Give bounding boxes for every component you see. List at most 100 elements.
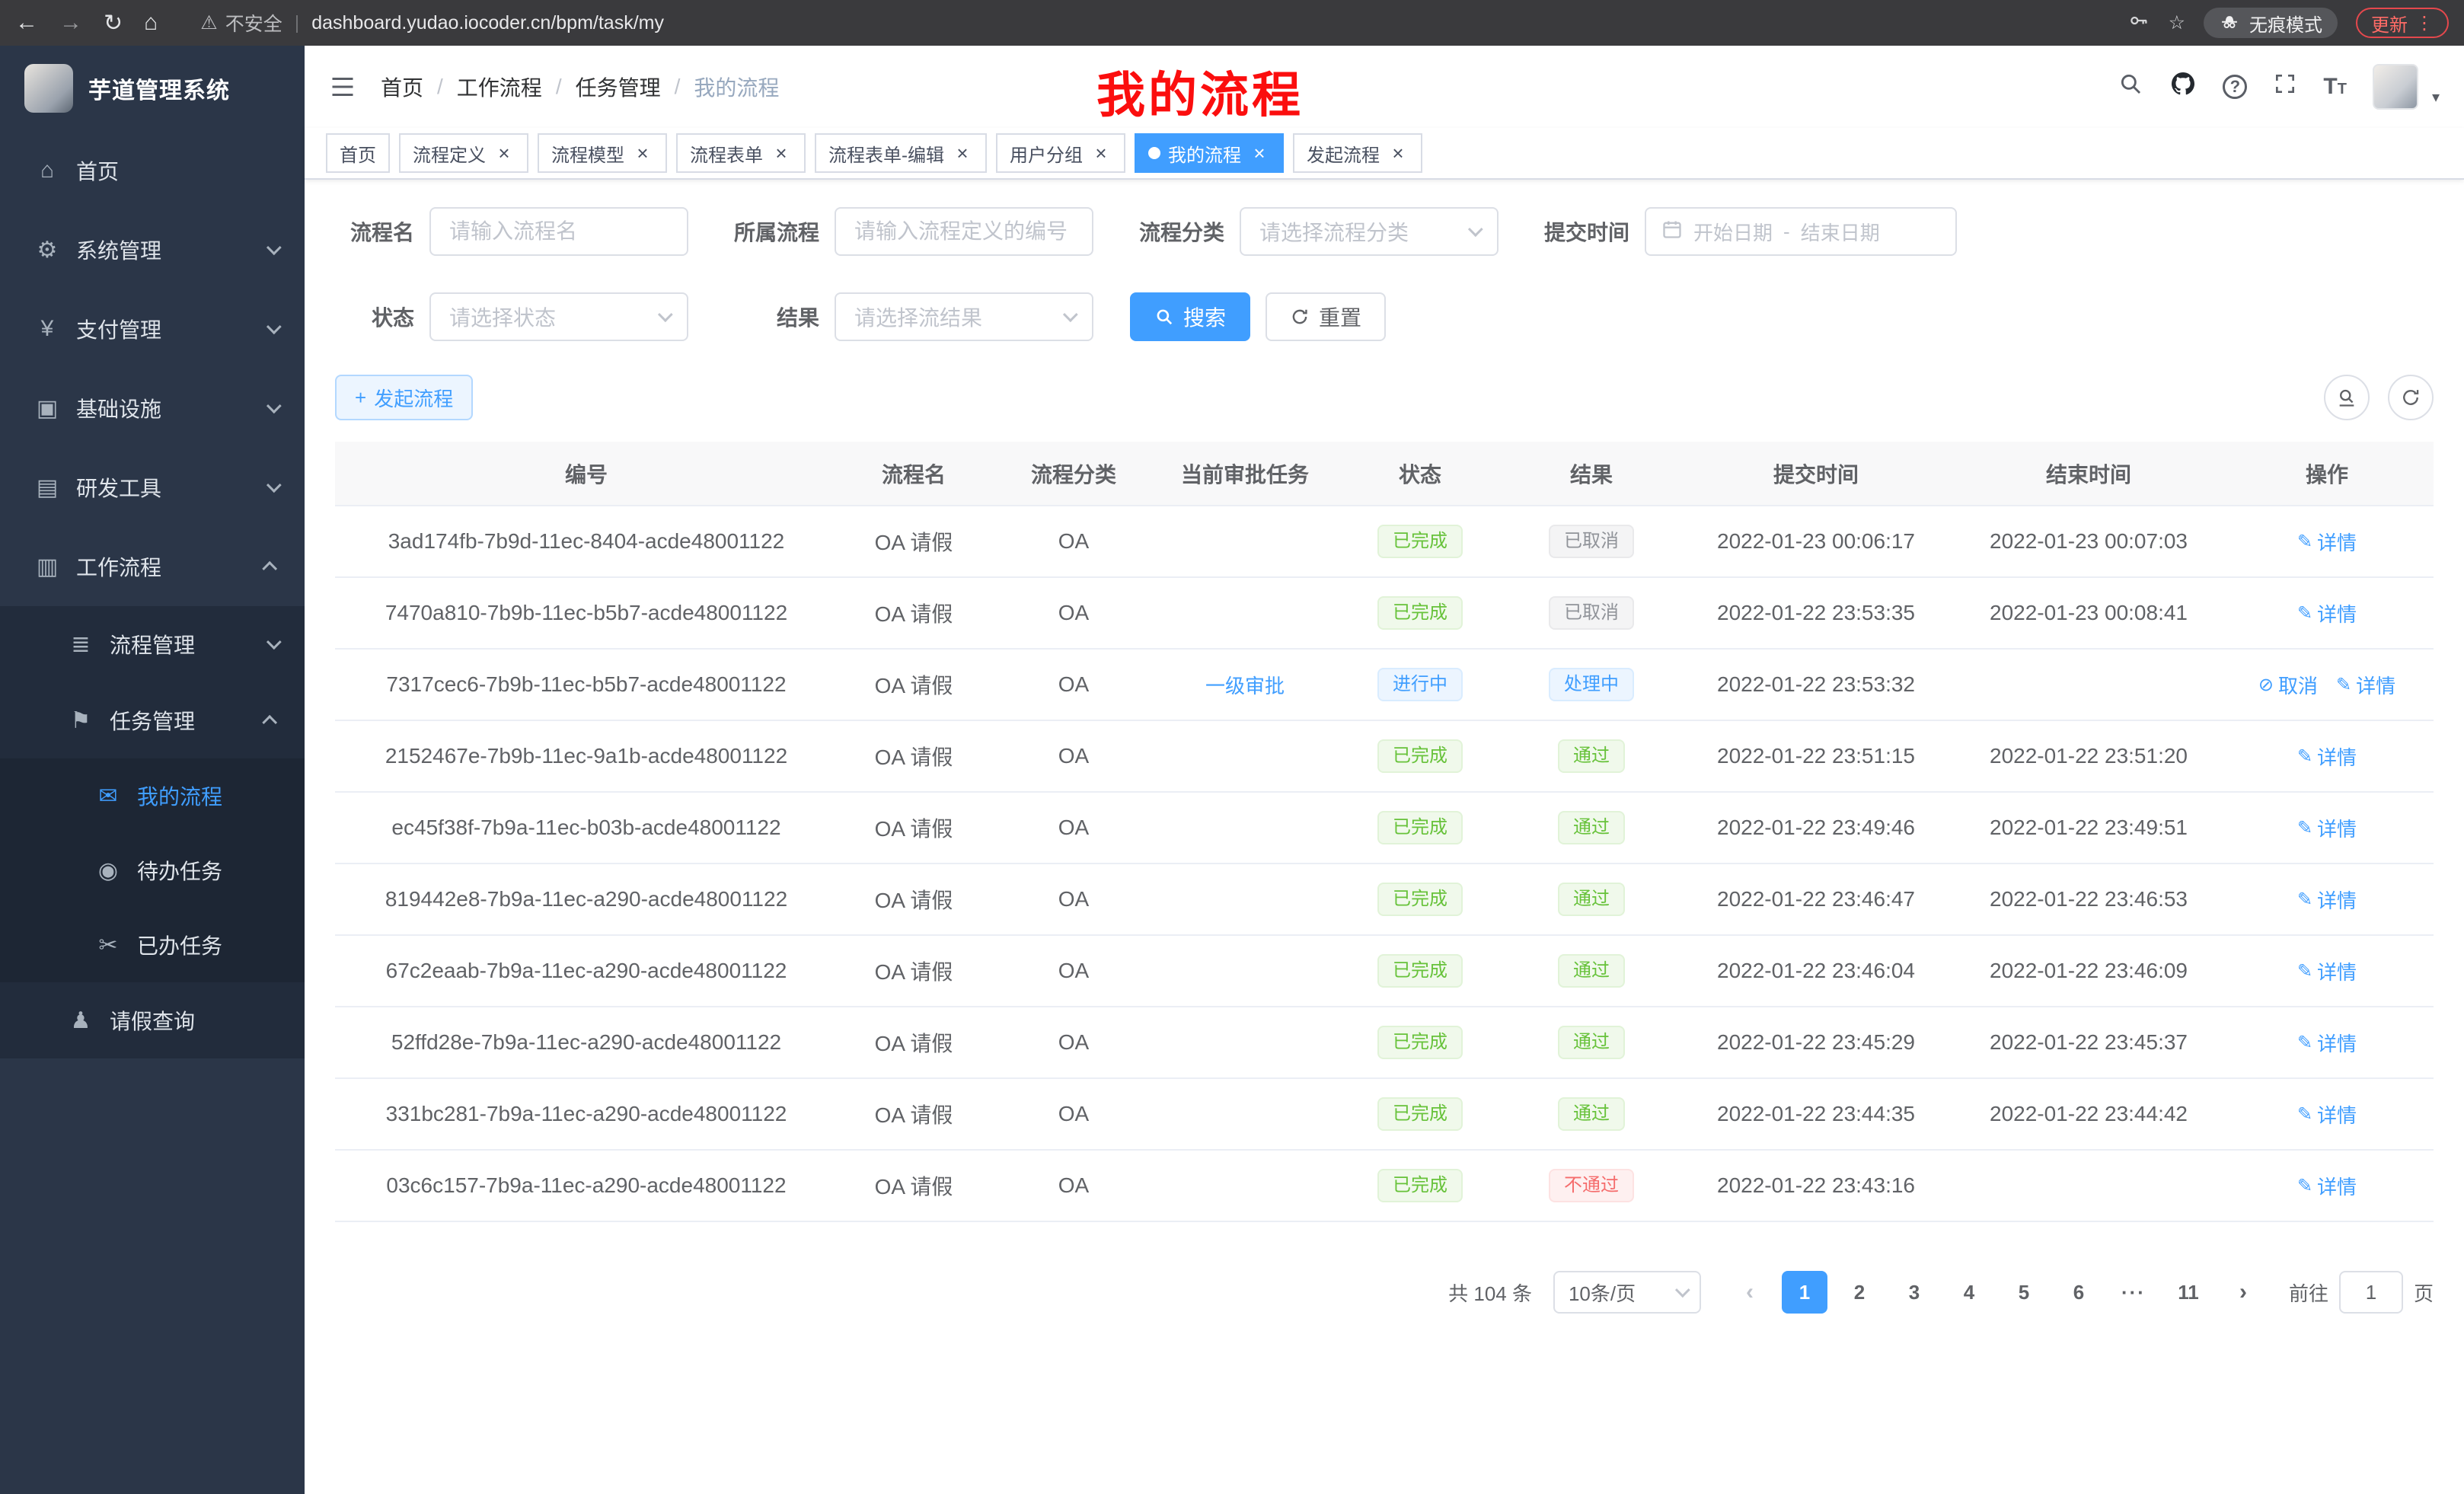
tab-start-process[interactable]: 发起流程× — [1293, 133, 1422, 173]
sidebar-item-infrastructure[interactable]: ▣基础设施 — [0, 369, 305, 448]
tab-process-form[interactable]: 流程表单× — [676, 133, 806, 173]
table-row: 2152467e-7b9b-11ec-9a1b-acde48001122OA 请… — [335, 720, 2434, 792]
breadcrumb-item[interactable]: 首页 — [381, 72, 423, 102]
action-label: 详情 — [2317, 528, 2357, 556]
tab-close-icon[interactable]: × — [952, 142, 973, 164]
fullscreen-icon[interactable] — [2273, 72, 2297, 102]
key-icon[interactable] — [2127, 9, 2150, 37]
submit-time-range-picker[interactable]: 开始日期 - 结束日期 — [1645, 207, 1957, 256]
detail-link[interactable]: ✎详情 — [2297, 1100, 2357, 1128]
pagination-more-button[interactable]: ··· — [2111, 1271, 2156, 1314]
status-tag: 已完成 — [1377, 954, 1463, 988]
breadcrumb-item[interactable]: 任务管理 — [576, 72, 661, 102]
tab-home[interactable]: 首页 — [326, 133, 390, 173]
result-select[interactable]: 请选择流结果 — [835, 292, 1093, 341]
detail-link[interactable]: ✎详情 — [2297, 1172, 2357, 1200]
sidebar-item-todo-tasks[interactable]: ◉待办任务 — [0, 833, 305, 908]
back-icon[interactable]: ← — [15, 10, 38, 36]
sidebar-item-workflow[interactable]: ▥工作流程 — [0, 527, 305, 606]
github-icon[interactable] — [2169, 70, 2197, 104]
detail-link[interactable]: ✎详情 — [2297, 742, 2357, 771]
sidebar-item-system[interactable]: ⚙系统管理 — [0, 210, 305, 289]
help-icon[interactable]: ? — [2223, 75, 2247, 99]
tab-close-icon[interactable]: × — [1387, 142, 1409, 164]
detail-link[interactable]: ✎详情 — [2297, 814, 2357, 842]
sidebar-item-task-mgmt[interactable]: ⚑任务管理 — [0, 682, 305, 758]
reload-icon[interactable]: ↻ — [104, 10, 123, 37]
tab-my-process[interactable]: 我的流程× — [1135, 133, 1284, 173]
sidebar-item-home[interactable]: ⌂首页 — [0, 131, 305, 210]
refresh-button[interactable] — [2388, 375, 2434, 420]
sidebar-item-leave-query[interactable]: ♟请假查询 — [0, 982, 305, 1058]
cell-result: 不通过 — [1508, 1150, 1675, 1221]
tab-close-icon[interactable]: × — [493, 142, 515, 164]
tab-close-icon[interactable]: × — [632, 142, 653, 164]
page-button-2[interactable]: 2 — [1837, 1271, 1882, 1314]
detail-link[interactable]: ✎详情 — [2297, 1029, 2357, 1057]
browser-menu-icon[interactable]: ⋮ — [2415, 12, 2434, 34]
avatar-caret-icon[interactable]: ▾ — [2432, 88, 2440, 107]
cell-category: OA — [990, 792, 1157, 864]
detail-link[interactable]: ✎详情 — [2297, 886, 2357, 914]
page-button-3[interactable]: 3 — [1891, 1271, 1937, 1314]
update-button[interactable]: 更新 ⋮ — [2356, 8, 2449, 38]
cell-id: 7317cec6-7b9b-11ec-b5b7-acde48001122 — [335, 649, 838, 720]
category-select[interactable]: 请选择流程分类 — [1240, 207, 1499, 256]
logo-row[interactable]: 芋道管理系统 — [0, 46, 305, 131]
tab-close-icon[interactable]: × — [1249, 142, 1270, 164]
forward-icon[interactable]: → — [59, 10, 82, 36]
parent-process-input[interactable] — [835, 207, 1093, 256]
tab-process-model[interactable]: 流程模型× — [538, 133, 667, 173]
search-icon[interactable] — [2118, 71, 2143, 103]
font-size-icon[interactable]: T T — [2323, 74, 2347, 100]
bookmark-star-icon[interactable]: ☆ — [2169, 11, 2185, 34]
page-button-6[interactable]: 6 — [2056, 1271, 2102, 1314]
create-process-button[interactable]: + 发起流程 — [335, 375, 473, 420]
toggle-search-button[interactable] — [2324, 375, 2370, 420]
status-select[interactable]: 请选择状态 — [429, 292, 688, 341]
detail-link[interactable]: ✎详情 — [2297, 957, 2357, 985]
tab-close-icon[interactable]: × — [1090, 142, 1112, 164]
tab-process-form-edit[interactable]: 流程表单-编辑× — [815, 133, 987, 173]
cell-result: 通过 — [1508, 864, 1675, 935]
address-bar[interactable]: ⚠ 不安全 | dashboard.yudao.iocoder.cn/bpm/t… — [200, 9, 2108, 37]
page-button-4[interactable]: 4 — [1946, 1271, 1992, 1314]
process-name-input[interactable] — [429, 207, 688, 256]
cell-end-time: 2022-01-23 00:07:03 — [1957, 506, 2220, 577]
page-button-1[interactable]: 1 — [1782, 1271, 1827, 1314]
sidebar-item-my-process[interactable]: ✉我的流程 — [0, 758, 305, 833]
sidebar-item-done-tasks[interactable]: ✂已办任务 — [0, 908, 305, 982]
chat-icon: ✉ — [91, 783, 125, 809]
search-button[interactable]: 搜索 — [1130, 292, 1250, 341]
tab-user-group[interactable]: 用户分组× — [996, 133, 1125, 173]
goto-page-input[interactable] — [2339, 1271, 2403, 1314]
security-warning[interactable]: ⚠ 不安全 — [200, 9, 282, 37]
cell-actions: ✎详情 — [2220, 506, 2434, 577]
tab-process-definition[interactable]: 流程定义× — [399, 133, 528, 173]
result-tag: 已取消 — [1549, 525, 1634, 558]
current-task-link[interactable]: 一级审批 — [1205, 671, 1285, 699]
detail-link[interactable]: ✎详情 — [2336, 671, 2395, 699]
tools-icon: ▤ — [30, 474, 64, 501]
sidebar-item-devtools[interactable]: ▤研发工具 — [0, 448, 305, 527]
page-button-11[interactable]: 11 — [2166, 1271, 2211, 1314]
next-page-button[interactable]: › — [2220, 1271, 2266, 1314]
sidebar-item-process-mgmt[interactable]: ≣流程管理 — [0, 606, 305, 682]
detail-link[interactable]: ✎详情 — [2297, 528, 2357, 556]
reset-button[interactable]: 重置 — [1266, 292, 1386, 341]
incognito-label: 无痕模式 — [2249, 10, 2322, 37]
user-avatar[interactable] — [2373, 64, 2418, 110]
cancel-link[interactable]: ⊘取消 — [2258, 671, 2318, 699]
date-range-separator: - — [1783, 220, 1790, 244]
detail-link[interactable]: ✎详情 — [2297, 599, 2357, 627]
breadcrumb-item[interactable]: 工作流程 — [457, 72, 542, 102]
sidebar-item-payment[interactable]: ¥支付管理 — [0, 289, 305, 369]
home-icon[interactable]: ⌂ — [144, 10, 158, 36]
collapse-sidebar-icon[interactable] — [329, 73, 356, 101]
page-button-5[interactable]: 5 — [2001, 1271, 2047, 1314]
prev-page-button[interactable]: ‹ — [1727, 1271, 1773, 1314]
tab-close-icon[interactable]: × — [771, 142, 792, 164]
cell-status: 进行中 — [1333, 649, 1508, 720]
sidebar-menu: ⌂首页⚙系统管理¥支付管理▣基础设施▤研发工具▥工作流程≣流程管理⚑任务管理✉我… — [0, 131, 305, 1058]
page-size-select[interactable]: 10条/页 — [1553, 1271, 1701, 1314]
